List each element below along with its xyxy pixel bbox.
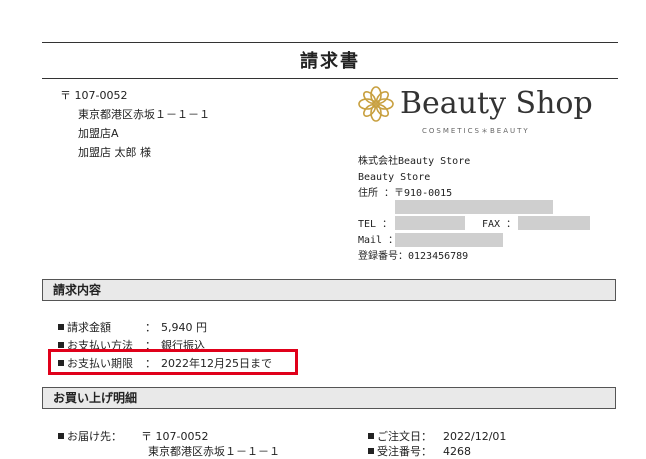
brand-logo: Beauty Shop COSMETICS＊BEAUTY xyxy=(358,86,618,136)
bullet-icon xyxy=(368,433,374,439)
billing-amount-row: 請求金額 ： 5,940 円 xyxy=(58,319,207,335)
recipient-address: 東京都港区赤坂１－１－１ xyxy=(78,108,210,121)
sender-block: 株式会社Beauty Store Beauty Store 住所 ：〒910-0… xyxy=(358,154,470,202)
title-rule xyxy=(42,78,618,79)
recipient-store: 加盟店A xyxy=(78,127,119,140)
sender-mail-label: Mail ： xyxy=(358,235,399,246)
page-title: 請求書 xyxy=(300,51,360,72)
redacted-fax xyxy=(518,216,590,230)
sender-registration: 登録番号：0123456789 xyxy=(358,251,469,262)
ship-to-row: お届け先： 〒 107-0052 xyxy=(58,428,208,444)
order-date-row: ご注文日： 2022/12/01 xyxy=(368,428,506,444)
bullet-icon xyxy=(58,342,64,348)
bullet-icon xyxy=(58,324,64,330)
order-date-label: ご注文日： xyxy=(377,430,432,443)
recipient-postal: 〒 107-0052 xyxy=(60,89,128,102)
sender-company: 株式会社Beauty Store xyxy=(358,156,471,167)
deadline-highlight-box xyxy=(48,349,298,375)
order-no-value: 4268 xyxy=(443,445,471,458)
recipient-block: 〒 107-0052 東京都港区赤坂１－１－１ 加盟店A 加盟店 太郎 様 xyxy=(60,86,210,162)
sender-fax-label: FAX ： xyxy=(482,219,517,230)
redacted-mail xyxy=(395,233,503,247)
bullet-icon xyxy=(368,448,374,454)
bullet-icon xyxy=(58,433,64,439)
redacted-address xyxy=(395,200,553,214)
sender-tel-label: TEL ： xyxy=(358,219,393,230)
purchase-section-header: お買い上げ明細 xyxy=(42,387,616,409)
flower-icon xyxy=(358,86,394,122)
amount-value: 5,940 円 xyxy=(161,321,207,334)
amount-label: 請求金額 xyxy=(67,321,111,334)
sender-store: Beauty Store xyxy=(358,172,431,183)
order-date-value: 2022/12/01 xyxy=(443,430,507,443)
redacted-tel xyxy=(395,216,465,230)
logo-text: Beauty Shop xyxy=(400,86,593,121)
top-rule xyxy=(42,42,618,43)
billing-section-header: 請求内容 xyxy=(42,279,616,301)
ship-postal: 〒 107-0052 xyxy=(141,430,209,443)
recipient-name: 加盟店 太郎 様 xyxy=(78,146,151,159)
amount-sep: ： xyxy=(145,321,156,334)
ship-label: お届け先： xyxy=(67,430,122,443)
logo-tagline: COSMETICS＊BEAUTY xyxy=(422,127,530,135)
